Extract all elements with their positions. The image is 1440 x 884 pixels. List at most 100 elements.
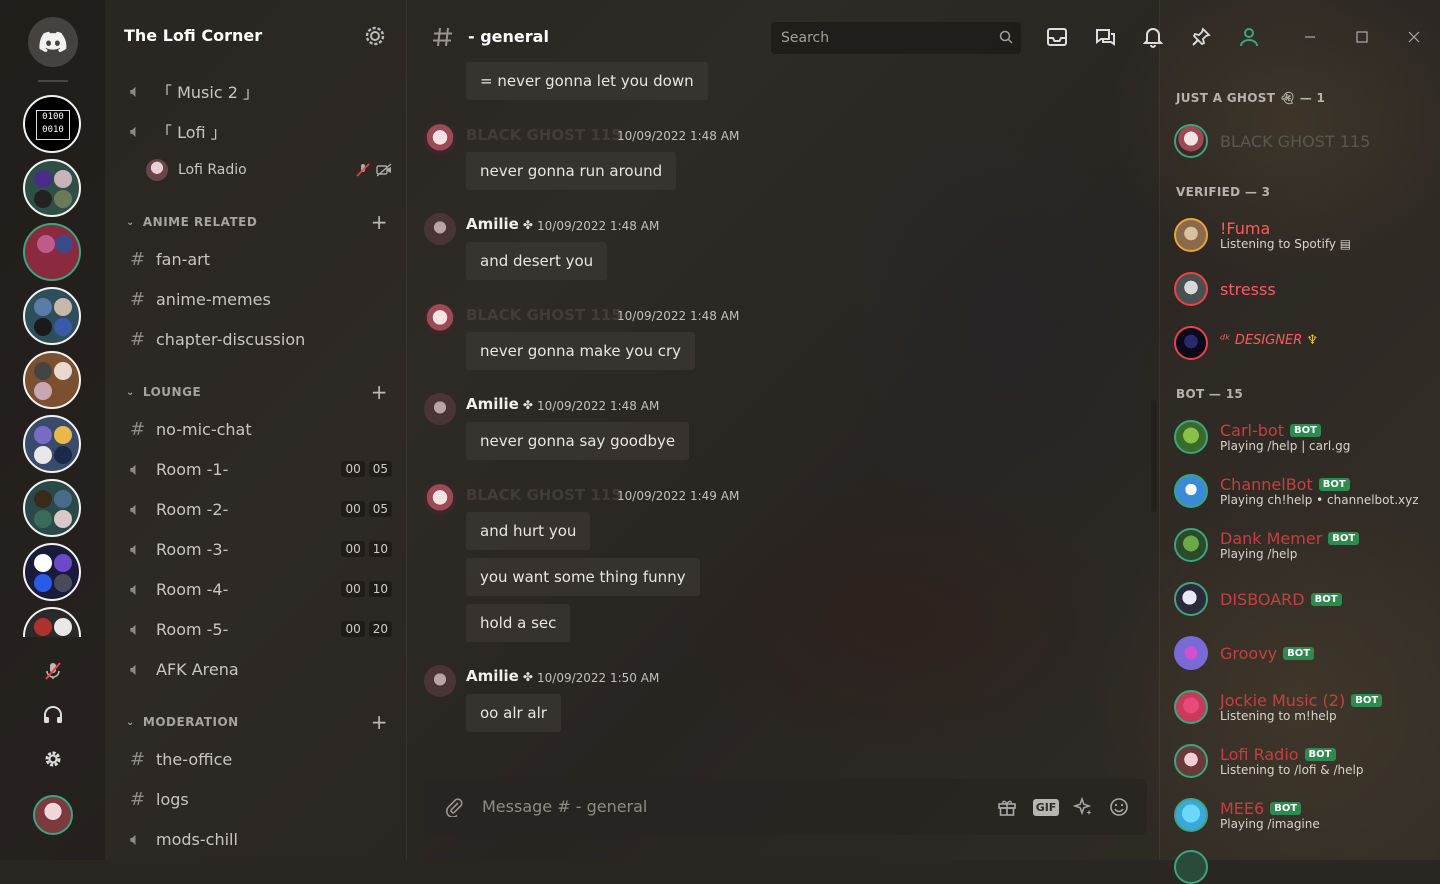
member-avatar[interactable] <box>1174 528 1208 562</box>
text-channel-chapter-discussion[interactable]: # chapter-discussion <box>130 327 392 351</box>
speaker-icon: 🔈︎ <box>130 578 141 600</box>
member-name[interactable]: Dank Memer BOT <box>1220 529 1360 548</box>
message-author[interactable]: Amilie ✤ <box>466 215 533 233</box>
member-name[interactable]: Carl-bot BOT <box>1220 421 1321 440</box>
clover-badge-icon: ✤ <box>522 398 533 412</box>
minimize-icon[interactable] <box>1300 27 1320 47</box>
message-author[interactable]: BLACK GHOST 115 <box>466 306 622 324</box>
text-channel-anime-memes[interactable]: # anime-memes <box>130 287 392 311</box>
message-avatar[interactable] <box>424 483 456 515</box>
message-author[interactable]: Amilie ✤ <box>466 667 533 685</box>
message-composer[interactable]: Message # - general GIF <box>424 779 1147 835</box>
gift-icon[interactable] <box>995 795 1019 819</box>
threads-icon[interactable] <box>1093 25 1117 49</box>
search-icon <box>999 30 1013 44</box>
member-avatar[interactable] <box>1174 636 1208 670</box>
message-author[interactable]: BLACK GHOST 115 <box>466 126 622 144</box>
member-avatar[interactable] <box>1174 272 1208 306</box>
voice-channel-lofi[interactable]: 🔈︎ 「 Lofi 」 <box>130 119 392 143</box>
message-timestamp: 10/09/2022 1:48 AM <box>537 219 660 233</box>
chat-scrollbar[interactable] <box>1151 400 1157 512</box>
member-name[interactable]: MEE6 BOT <box>1220 799 1302 818</box>
server-name[interactable]: The Lofi Corner <box>124 26 262 45</box>
headphones-icon[interactable] <box>42 704 64 726</box>
server-icon-group-5[interactable] <box>23 479 81 537</box>
close-icon[interactable] <box>1404 27 1424 47</box>
add-channel-plus-icon[interactable]: + <box>371 210 388 234</box>
user-avatar[interactable] <box>33 795 73 835</box>
notification-bell-icon[interactable] <box>1141 25 1165 49</box>
category-lounge[interactable]: ⌄ LOUNGE + <box>126 380 388 404</box>
member-name[interactable]: DISBOARD BOT <box>1220 590 1342 609</box>
member-avatar[interactable] <box>1174 744 1208 778</box>
member-name[interactable]: BLACK GHOST 115 <box>1220 132 1370 151</box>
server-icon-group-6[interactable] <box>23 543 81 601</box>
member-name[interactable]: Lofi Radio BOT <box>1220 745 1336 764</box>
member-name[interactable]: Jockie Music (2) BOT <box>1220 691 1383 710</box>
member-avatar[interactable] <box>1174 218 1208 252</box>
member-name[interactable]: Groovy BOT <box>1220 644 1315 663</box>
add-channel-plus-icon[interactable]: + <box>371 710 388 734</box>
member-name[interactable]: stresss <box>1220 280 1276 299</box>
member-avatar[interactable] <box>1174 326 1208 360</box>
server-icon-group-4[interactable] <box>23 415 81 473</box>
voice-channel-room-2[interactable]: 🔈︎ Room -2- 00 05 <box>130 497 392 521</box>
member-name[interactable]: ChannelBot BOT <box>1220 475 1350 494</box>
text-channel-the-office[interactable]: # the-office <box>130 747 392 771</box>
server-icon-group-3[interactable] <box>23 351 81 409</box>
member-name[interactable]: ᵈᵏ DESIGNER ♆ <box>1220 333 1318 348</box>
message-bubble: and desert you <box>466 242 608 280</box>
member-name[interactable]: !Fuma <box>1220 219 1270 238</box>
binary-logo: 0100 0010 <box>36 110 70 140</box>
discord-home-button[interactable] <box>28 17 78 67</box>
message-author[interactable]: BLACK GHOST 115 <box>466 486 622 504</box>
bot-tag: BOT <box>1283 647 1315 660</box>
maximize-icon[interactable] <box>1352 27 1372 47</box>
member-avatar[interactable] <box>1174 420 1208 454</box>
text-channel-fan-art[interactable]: # fan-art <box>130 247 392 271</box>
category-anime-related[interactable]: ⌄ ANIME RELATED + <box>126 210 388 234</box>
message-avatar[interactable] <box>424 303 456 335</box>
server-icon-group-1[interactable] <box>23 159 81 217</box>
inbox-icon[interactable] <box>1045 25 1069 49</box>
message-input[interactable]: Message # - general <box>482 797 647 816</box>
member-list-toggle-icon[interactable] <box>1237 25 1261 49</box>
search-input[interactable]: Search <box>771 22 1021 54</box>
add-channel-plus-icon[interactable]: + <box>371 380 388 404</box>
member-avatar[interactable] <box>1174 850 1208 884</box>
text-channel-logs[interactable]: # logs <box>130 787 392 811</box>
server-icon-binary[interactable]: 0100 0010 <box>23 95 81 153</box>
voice-channel-music-2[interactable]: 🔈︎ 「 Music 2 」 <box>130 79 392 103</box>
gif-icon[interactable]: GIF <box>1032 795 1060 819</box>
voice-channel-room-1[interactable]: 🔈︎ Room -1- 00 05 <box>130 457 392 481</box>
bot-tag: BOT <box>1351 694 1383 707</box>
voice-channel-mods-chill[interactable]: 🔈︎ mods-chill <box>130 827 392 851</box>
message-avatar[interactable] <box>424 393 456 425</box>
pin-icon[interactable] <box>1189 25 1213 49</box>
member-avatar[interactable] <box>1174 690 1208 724</box>
member-avatar[interactable] <box>1174 474 1208 508</box>
mute-mic-icon[interactable] <box>42 660 64 682</box>
voice-channel-room-5[interactable]: 🔈︎ Room -5- 00 20 <box>130 617 392 641</box>
user-settings-gear-icon[interactable] <box>42 748 64 770</box>
room-timer: 00 20 <box>341 621 392 637</box>
server-icon-group-2[interactable] <box>23 287 81 345</box>
message-avatar[interactable] <box>424 123 456 155</box>
emoji-smile-icon[interactable] <box>1107 795 1131 819</box>
text-channel-no-mic-chat[interactable]: # no-mic-chat <box>130 417 392 441</box>
message-avatar[interactable] <box>424 213 456 245</box>
message-author[interactable]: Amilie ✤ <box>466 395 533 413</box>
sticker-sparkle-icon[interactable] <box>1071 795 1095 819</box>
attachment-paperclip-icon[interactable] <box>442 795 466 819</box>
server-icon-active[interactable] <box>23 223 81 281</box>
voice-channel-room-3[interactable]: 🔈︎ Room -3- 00 10 <box>130 537 392 561</box>
message-avatar[interactable] <box>424 665 456 697</box>
category-moderation[interactable]: ⌄ MODERATION + <box>126 710 388 734</box>
member-avatar[interactable] <box>1174 582 1208 616</box>
member-avatar[interactable] <box>1174 124 1208 158</box>
server-settings-gear-icon[interactable] <box>364 25 386 51</box>
voice-channel-afk-arena[interactable]: 🔈︎ AFK Arena <box>130 657 392 681</box>
voice-channel-room-4[interactable]: 🔈︎ Room -4- 00 10 <box>130 577 392 601</box>
voice-user-lofi-radio[interactable]: Lofi Radio <box>146 158 392 182</box>
member-avatar[interactable] <box>1174 798 1208 832</box>
